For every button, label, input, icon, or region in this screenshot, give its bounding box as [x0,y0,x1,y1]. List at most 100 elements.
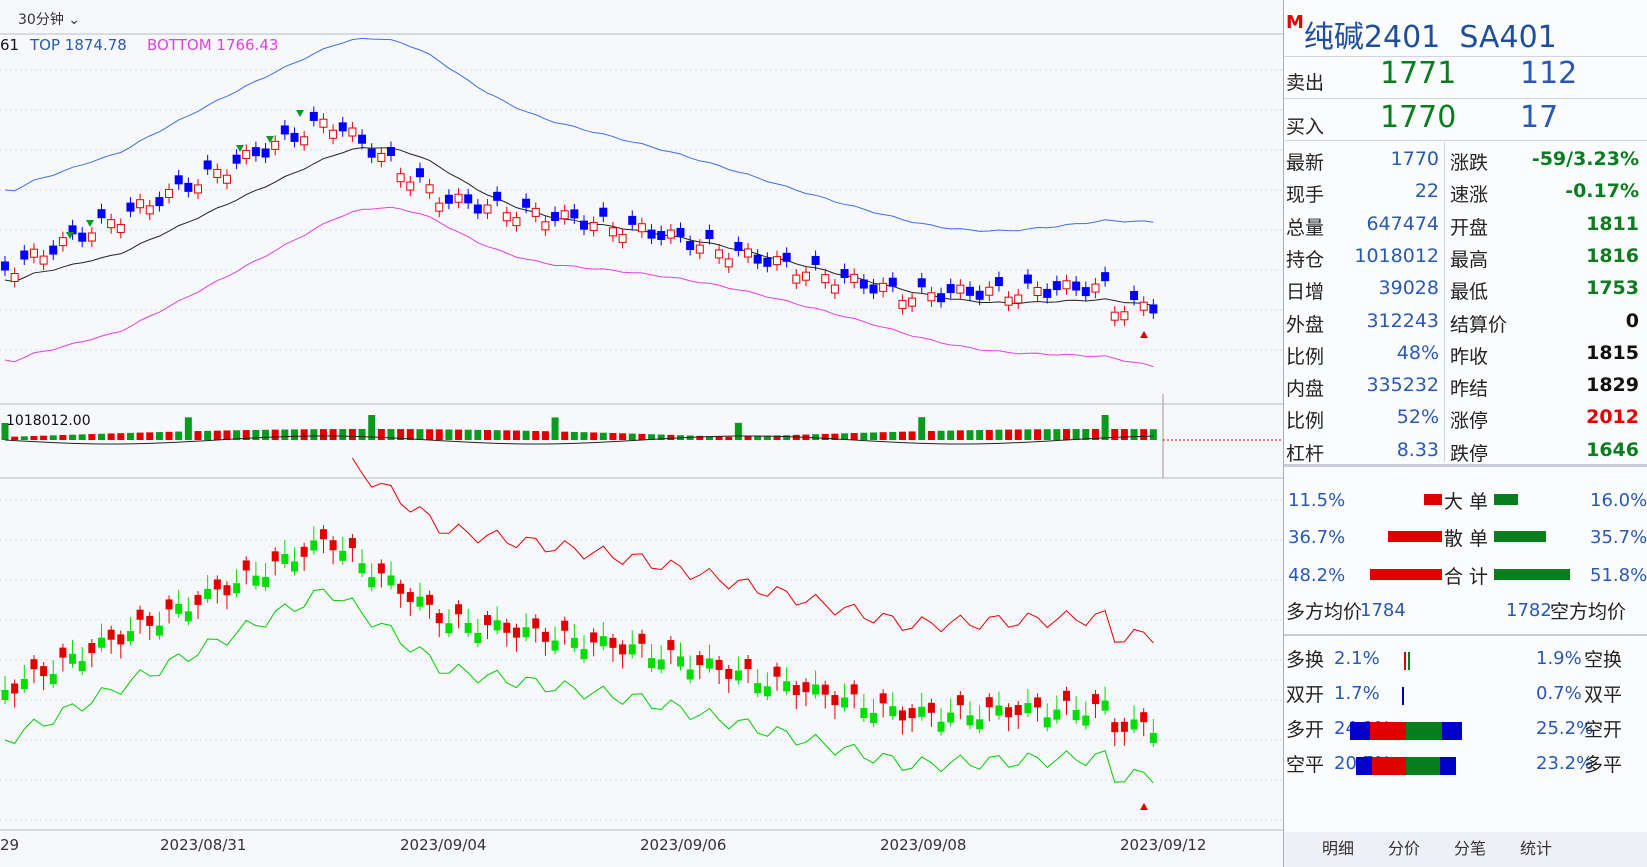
candle [889,706,897,717]
total-label: 合 计 [1444,566,1489,588]
field-value: 1811 [1586,212,1639,235]
volume-bar [908,431,916,440]
candle [1081,287,1090,297]
period-selector[interactable]: 30分钟 ⌄ [18,9,80,29]
candle [252,575,260,586]
candle [647,229,656,239]
total-buy-bar [1370,569,1442,580]
candle [233,583,241,594]
candle [869,284,878,294]
candle [165,599,173,610]
candle [20,250,29,260]
candle [821,274,830,284]
position-label: 空平 [1286,754,1325,776]
x-axis-label: 2023/09/08 [880,836,967,854]
candle [908,708,916,719]
candle [657,659,665,670]
field-label: 比例 [1286,345,1325,368]
candle [493,191,502,201]
candle [502,212,511,222]
volume-bar [377,429,385,440]
candle [117,634,125,645]
candle [590,632,598,643]
position-label: 多平 [1584,754,1623,776]
candle [445,623,453,634]
kline-chart[interactable] [0,0,1283,867]
quote-panel: M纯碱2401 SA401 卖出 1771 112 买入 1770 17 最新 1… [1283,0,1647,867]
volume-bar [204,430,212,440]
candle [145,205,154,215]
candle [20,679,28,690]
volume-bar [522,430,530,440]
volume-bar [783,435,791,440]
candle [1005,707,1013,718]
sell-qty: 112 [1520,56,1578,91]
volume-bar [937,430,945,440]
candle [1043,717,1051,728]
volume-bar [484,430,491,440]
candle [570,637,578,648]
candle [1043,288,1052,298]
position-label: 多换 [1286,649,1325,671]
candle [232,154,241,164]
candle [985,286,994,296]
support-line [4,588,1154,784]
candle [97,209,106,219]
legend-top: TOP 1874.78 [30,36,127,54]
position-bar [1442,722,1462,740]
signal-up-icon [1140,803,1148,810]
volume-bar [271,429,279,440]
tab-stats[interactable]: 统计 [1520,835,1552,859]
candle [11,683,19,694]
volume-bar [329,429,337,440]
candle [850,273,859,283]
candle [830,284,839,294]
volume-bar [551,417,559,440]
volume-bar [78,434,86,440]
candle [696,655,704,666]
candle [705,658,713,669]
volume-bar [184,417,192,440]
candle [812,684,820,695]
middle-band-line [4,147,1154,307]
candle [1110,311,1119,321]
candle [204,588,212,599]
field-label: 最高 [1450,248,1489,271]
volume-bar [1024,429,1032,440]
volume-bar [725,436,733,440]
candle [203,160,212,170]
chart-area[interactable]: 30分钟 ⌄ 61 TOP 1874.78 BOTTOM 1766.43 101… [0,0,1283,867]
candle [956,695,964,706]
candle [242,560,250,571]
candle [242,149,251,159]
candle [695,244,704,254]
chart-toolbar: 30分钟 ⌄ [0,0,1283,35]
candle [473,204,482,214]
candle [715,659,723,670]
candle [88,642,96,653]
volume-bar [1014,429,1022,440]
volume-bar [175,431,183,440]
tab-detail[interactable]: 明细 [1322,835,1354,859]
candle [734,241,743,251]
candle [512,217,521,227]
field-label: 涨停 [1450,410,1489,433]
candle [40,666,48,677]
field-value: 8.33 [1396,438,1439,461]
tab-tick[interactable]: 分笔 [1454,835,1486,859]
candle [493,620,501,631]
buy-price: 1770 [1380,100,1457,135]
tab-price[interactable]: 分价 [1388,835,1420,859]
candle [570,209,579,219]
volume-bar [262,429,270,440]
candle [773,256,781,266]
field-label: 昨结 [1450,378,1489,401]
candle [1,690,9,700]
candle [551,640,559,651]
candle [589,221,598,231]
candle [628,215,637,225]
field-label: 最新 [1286,152,1325,174]
field-label: 持仓 [1286,248,1325,271]
position-bar [1350,722,1370,740]
candle [840,269,849,279]
